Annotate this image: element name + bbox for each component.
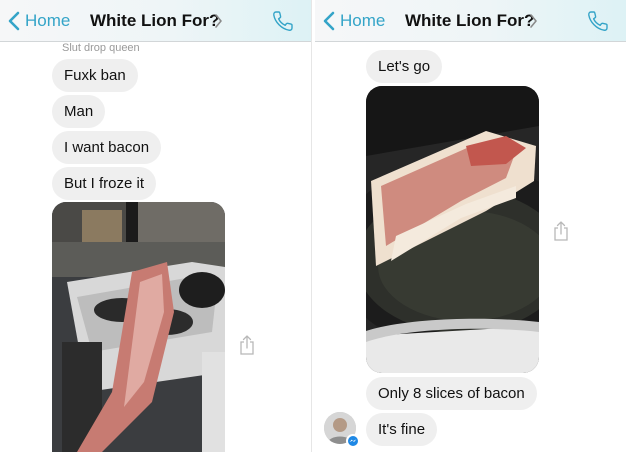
bacon-in-pan-photo [366, 86, 539, 373]
conversation-title[interactable]: White Lion For? [90, 11, 219, 31]
nav-bar: Home White Lion For? [0, 0, 311, 42]
photo-message-kitchen-bacon[interactable] [52, 202, 225, 452]
message-bubble[interactable]: Man [52, 95, 106, 128]
phone-icon[interactable] [271, 9, 295, 33]
message-bubble[interactable]: Let's go [366, 50, 443, 83]
photo-message-bacon-pan[interactable] [366, 86, 539, 373]
chevron-left-icon [323, 11, 335, 31]
chevron-right-icon[interactable] [214, 12, 224, 30]
message-bubble[interactable]: It's fine [366, 413, 438, 446]
messenger-icon [346, 434, 360, 448]
share-icon[interactable] [552, 220, 570, 242]
share-icon[interactable] [238, 334, 256, 356]
nav-bar: Home White Lion For? [315, 0, 626, 42]
conversation-title[interactable]: White Lion For? [405, 11, 534, 31]
back-label: Home [25, 11, 71, 30]
right-screenshot: Home White Lion For? Let's go Only 8 sli… [315, 0, 626, 452]
back-button[interactable]: Home [8, 9, 70, 33]
message-bubble[interactable]: I want bacon [52, 131, 162, 164]
sender-name: Slut drop queen [62, 42, 140, 54]
phone-icon[interactable] [586, 9, 610, 33]
chevron-right-icon[interactable] [529, 12, 539, 30]
chevron-left-icon [8, 11, 20, 31]
back-button[interactable]: Home [323, 9, 385, 33]
message-bubble[interactable]: But I froze it [52, 167, 157, 200]
left-screenshot: Home White Lion For? Slut drop queen Fux… [0, 0, 311, 452]
message-bubble[interactable]: Only 8 slices of bacon [366, 377, 537, 410]
frozen-bacon-photo [52, 202, 225, 452]
back-label: Home [340, 11, 386, 30]
message-bubble[interactable]: Fuxk ban [52, 59, 138, 92]
